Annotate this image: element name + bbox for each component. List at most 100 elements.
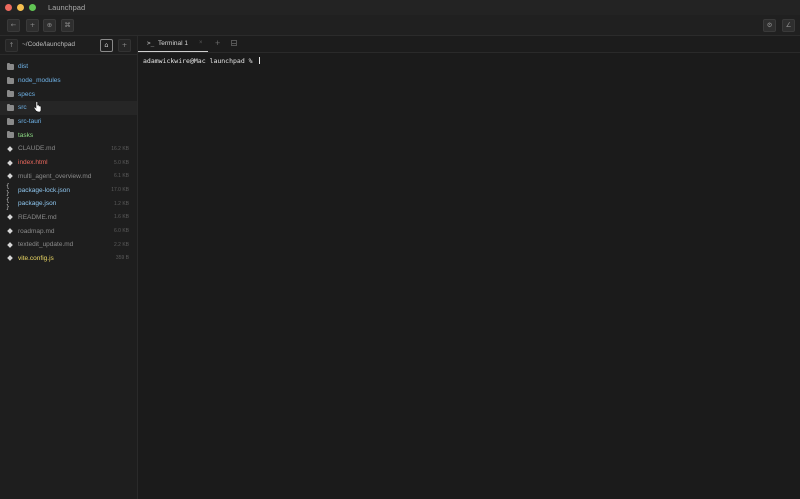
file-list-item[interactable]: index.html 5.0 KB [0, 156, 137, 170]
folder-icon [6, 90, 14, 98]
folder-icon [6, 62, 14, 71]
file-explorer-sidebar: ↑ ~/Code/launchpad ⌂ + dist node_moduless… [0, 36, 138, 499]
file-name: package-lock.json [18, 186, 71, 194]
file-icon [6, 159, 14, 167]
file-size: 1.6 KB [113, 214, 129, 221]
back-icon[interactable]: ← [7, 19, 20, 32]
minimize-window-button[interactable] [17, 4, 24, 11]
diamond-glyph [7, 241, 13, 248]
folder-icon [6, 117, 14, 126]
gear-icon[interactable]: ⚙ [763, 19, 776, 32]
file-size: 6.1 KB [113, 173, 129, 180]
file-name: roadmap.md [18, 227, 55, 235]
file-list-item[interactable]: tasks [0, 128, 137, 142]
file-name: CLAUDE.md [18, 145, 56, 153]
tab-bar: >_ Terminal 1 × + [138, 36, 800, 53]
file-icon [6, 254, 14, 262]
file-name: node_modules [18, 77, 61, 85]
json-file-icon: { } [6, 183, 14, 198]
file-list-item[interactable]: node_modules [0, 74, 137, 88]
file-list-item[interactable]: { } package.json 1.2 KB [0, 197, 137, 211]
split-pane-icon[interactable] [231, 40, 237, 46]
file-list-item[interactable]: textedit_update.md 2.2 KB [0, 238, 137, 252]
file-size: 1.2 KB [113, 200, 129, 207]
current-path: ~/Code/launchpad [22, 41, 75, 48]
file-size: 359 B [115, 255, 129, 262]
diamond-glyph [7, 228, 13, 234]
file-list-item[interactable]: multi_agent_overview.md 6.1 KB [0, 170, 137, 184]
file-icon [6, 172, 14, 180]
file-size: 6.0 KB [113, 228, 129, 235]
file-list: dist node_modulesspecs src src-tauri tasks CL… [0, 60, 137, 265]
json-file-icon: { } [6, 196, 14, 211]
add-icon[interactable]: + [26, 19, 39, 32]
file-list-item[interactable]: dist [0, 60, 137, 74]
tab-label: Terminal 1 [158, 40, 188, 47]
file-list-item[interactable]: src-tauri [0, 115, 137, 129]
command-icon[interactable]: ⌘ [61, 19, 74, 32]
file-name: multi_agent_overview.md [18, 172, 92, 180]
toolbar: ← + ⊕ ⌘ ⚙ ∠ [0, 15, 800, 36]
hand-pointer-icon [33, 101, 42, 113]
file-list-item[interactable]: src [0, 101, 137, 115]
terminal-icon: >_ [147, 40, 155, 47]
folder-icon [6, 131, 14, 139]
file-name: specs [18, 90, 35, 98]
file-size: 2.2 KB [113, 241, 129, 248]
zoom-window-button[interactable] [29, 4, 36, 11]
diamond-glyph [7, 146, 13, 152]
braces-glyph: { } [6, 196, 10, 211]
file-list-item[interactable]: vite.config.js 359 B [0, 252, 137, 266]
file-icon [6, 145, 14, 153]
file-name: dist [18, 63, 29, 71]
file-list-item[interactable]: { } package-lock.json 17.0 KB [0, 183, 137, 197]
close-icon[interactable]: × [199, 40, 203, 46]
diamond-glyph [7, 214, 13, 221]
prompt-text: adamwickwire@Mac launchpad % [143, 57, 257, 65]
diamond-glyph [7, 159, 13, 166]
file-name: src [18, 104, 27, 112]
folder-shape [6, 76, 14, 84]
folder-shape [6, 131, 14, 139]
folder-icon [6, 103, 14, 112]
close-window-button[interactable] [5, 4, 12, 11]
new-tab-icon[interactable]: + [215, 38, 220, 48]
file-name: src-tauri [18, 118, 42, 126]
file-name: tasks [18, 131, 34, 139]
file-name: vite.config.js [18, 254, 54, 262]
file-name: README.md [18, 213, 57, 221]
file-name: package.json [18, 200, 57, 208]
up-directory-icon[interactable]: ↑ [5, 39, 18, 52]
diamond-glyph [7, 255, 13, 262]
terminal-prompt: adamwickwire@Mac launchpad % [143, 57, 260, 65]
terminal-pane[interactable]: adamwickwire@Mac launchpad % [138, 53, 800, 499]
file-size: 16.2 KB [111, 145, 129, 152]
home-icon[interactable]: ⌂ [100, 39, 113, 52]
globe-icon[interactable]: ⊕ [43, 19, 56, 32]
file-list-item[interactable]: specs [0, 87, 137, 101]
file-name: index.html [18, 159, 48, 167]
file-size: 5.0 KB [113, 159, 129, 166]
file-name: textedit_update.md [18, 241, 74, 249]
file-icon [6, 241, 14, 249]
folder-shape [6, 90, 14, 98]
folder-shape [6, 117, 14, 125]
file-icon [6, 227, 14, 235]
file-icon [6, 213, 14, 221]
braces-glyph: { } [6, 183, 10, 198]
app-title: Launchpad [48, 3, 86, 12]
file-size: 17.0 KB [111, 187, 129, 194]
edit-icon[interactable]: ∠ [782, 19, 795, 32]
folder-shape [6, 62, 14, 70]
folder-shape [6, 103, 14, 111]
file-list-item[interactable]: roadmap.md 6.0 KB [0, 224, 137, 238]
path-bar: ↑ ~/Code/launchpad ⌂ + [0, 36, 137, 55]
window-controls [5, 4, 36, 11]
title-bar: Launchpad [0, 0, 800, 15]
new-file-icon[interactable]: + [118, 39, 131, 52]
tab-terminal-1[interactable]: >_ Terminal 1 × [138, 36, 208, 52]
text-cursor [258, 57, 260, 64]
file-list-item[interactable]: CLAUDE.md 16.2 KB [0, 142, 137, 156]
file-list-item[interactable]: README.md 1.6 KB [0, 211, 137, 225]
diamond-glyph [7, 173, 13, 180]
